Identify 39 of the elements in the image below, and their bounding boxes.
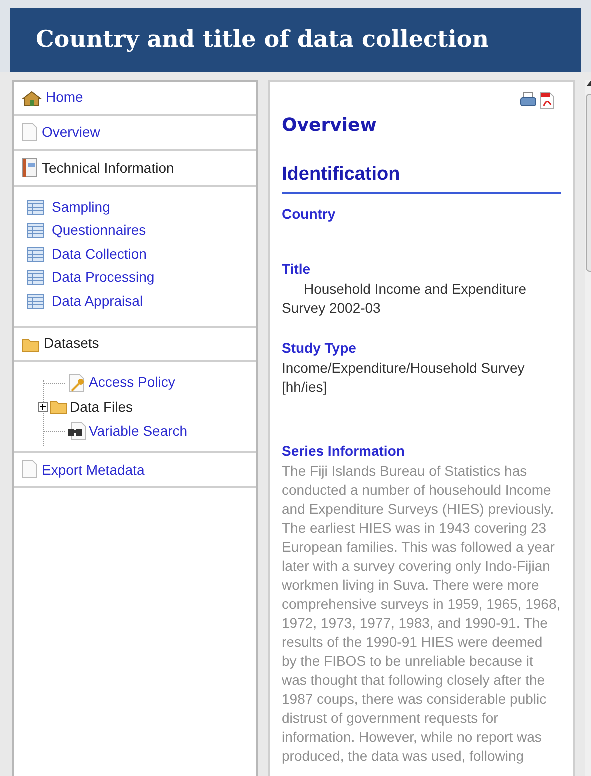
nav-link[interactable]: Sampling xyxy=(52,198,110,216)
pdf-icon[interactable] xyxy=(540,92,555,110)
nav-link[interactable]: Overview xyxy=(42,124,100,142)
field-label: Country xyxy=(282,204,337,224)
field-value: Income/Expenditure/Household Survey [hh/ies] xyxy=(282,358,526,397)
table-icon xyxy=(27,246,44,262)
nav-folder[interactable]: Data Files xyxy=(70,398,134,416)
nav-heading[interactable]: Datasets xyxy=(44,335,100,352)
print-icon[interactable] xyxy=(520,92,537,108)
table-icon xyxy=(27,200,44,215)
nav-link[interactable]: Questionnaires xyxy=(52,222,146,240)
house-icon xyxy=(22,90,42,106)
expand-toggle[interactable] xyxy=(38,402,48,412)
nav-link[interactable]: Access Policy xyxy=(89,374,176,392)
nav-heading[interactable]: Technical Information xyxy=(42,160,174,178)
nav-link[interactable]: Data Appraisal xyxy=(52,292,144,310)
field-value: Household Income and Expenditure Survey 2002-03 xyxy=(282,280,528,318)
key-page-icon xyxy=(67,374,87,392)
page-title: Overview xyxy=(282,114,378,138)
table-icon xyxy=(27,270,44,286)
field-value: The Fiji Islands Bureau of Statistics has conducted a number of househould Income and Expenditure Surveys (HIES) previously. The earliest HIES was in 1943 covering 23 European families. This was followed a year later with a survey covering only Indo-Fijian workmen living in Suva. There were more comprehensive surveys in 1959, 1965, 1968, 1972, 1973, 1977, 1983, and 1990-91. The results of the 1990-91 HIES were deemed by the FIBOS to be unreliable because it was thought that following closely after the 1987 coups, there was considerable public distrust of government requests for information. However, while no report was produced, the data was used, following xyxy=(282,462,561,766)
field-label: Study Type xyxy=(282,338,358,358)
table-icon xyxy=(27,294,44,309)
page-header-title: Country and title of data collection xyxy=(36,24,489,55)
folder-icon xyxy=(50,400,68,415)
field-label: Series Information xyxy=(282,442,406,460)
folder-icon xyxy=(22,338,40,352)
notebook-icon xyxy=(22,158,38,178)
nav-link[interactable]: Export Metadata xyxy=(42,462,145,479)
nav-link[interactable]: Data Collection xyxy=(52,246,147,263)
page-icon xyxy=(22,122,38,142)
nav-link[interactable]: Data Processing xyxy=(52,269,155,286)
table-icon xyxy=(27,223,44,238)
nav-link[interactable]: Home xyxy=(46,89,84,106)
page-icon xyxy=(22,460,38,479)
section-title: Identification xyxy=(282,161,561,194)
binoculars-icon xyxy=(67,422,87,441)
nav-link[interactable]: Variable Search xyxy=(89,422,188,440)
field-label: Title xyxy=(282,260,312,278)
